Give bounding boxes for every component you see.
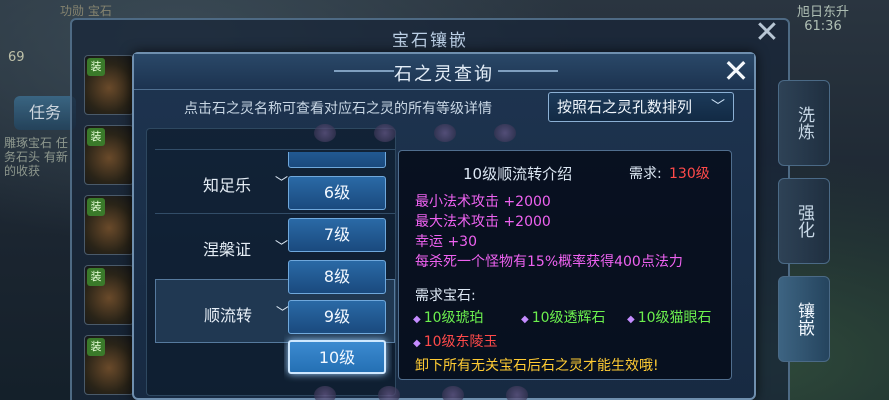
task-tracker-text: 雕琢宝石 任务石头 有新的收获 (4, 136, 68, 178)
sort-selected-value: 按照石之灵孔数排列 (557, 98, 693, 116)
required-gem-name: 10级东陵玉 (423, 334, 498, 350)
stat-line: 幸运 +30 (415, 234, 477, 250)
diamond-icon: ◆ (413, 338, 421, 349)
level-button[interactable]: 6级 (288, 176, 386, 210)
map-time: 61:36 (804, 19, 842, 34)
gem-icon (506, 386, 528, 400)
required-gem: ◆ 10级透辉石 (521, 307, 606, 327)
level-button[interactable]: 7级 (288, 218, 386, 252)
requirement-label: 需求: (629, 166, 662, 182)
gem-icon (374, 124, 396, 142)
tab-strengthen[interactable]: 强化 (778, 178, 830, 264)
diamond-icon: ◆ (627, 314, 635, 325)
equipment-slot[interactable]: 装 (84, 195, 134, 255)
equipment-slot[interactable]: 装 (84, 265, 134, 325)
tab-inlay[interactable]: 镶嵌 (778, 276, 830, 362)
gem-name: 涅槃证 (203, 240, 252, 259)
gem-inlay-title: 宝石镶嵌 (392, 31, 468, 51)
diamond-icon: ◆ (413, 314, 421, 325)
stat-line: 最小法术攻击 +2000 (415, 194, 551, 210)
required-gems-label: 需求宝石: (415, 288, 476, 304)
required-gem-missing: ◆ 10级东陵玉 (413, 331, 498, 351)
top-right-hud: 旭日东升 61:36 (797, 6, 849, 34)
gem-icon (314, 124, 336, 142)
required-gem-name: 10级透辉石 (531, 310, 606, 326)
task-button[interactable]: 任务 (14, 96, 76, 130)
gem-name: 知足乐 (203, 176, 252, 195)
equip-tag: 装 (87, 128, 105, 146)
chevron-down-icon: ﹀ (711, 99, 725, 115)
equipment-slot[interactable]: 装 (84, 55, 134, 115)
gem-icon (494, 124, 516, 142)
stat-line: 最大法术攻击 +2000 (415, 214, 551, 230)
stat-line: 每杀死一个怪物有15%概率获得400点法力 (415, 254, 683, 270)
level-button[interactable]: 8级 (288, 260, 386, 294)
gem-icon (434, 124, 456, 142)
outer-close-icon[interactable]: ✕ (750, 16, 784, 50)
diamond-icon: ◆ (521, 314, 529, 325)
dialog-hint: 点击石之灵名称可查看对应石之灵的所有等级详情 (184, 101, 492, 117)
equip-tag: 装 (87, 198, 105, 216)
dialog-title-bar: 石之灵查询 ✕ (134, 54, 754, 90)
warning-text: 卸下所有无关宝石后石之灵才能生效哦! (415, 358, 659, 374)
equipment-slot[interactable]: 装 (84, 335, 134, 395)
gem-icon (378, 386, 400, 400)
gem-icon-strip-top (314, 124, 524, 144)
dialog-title: 石之灵查询 (394, 64, 494, 85)
required-gem-name: 10级猫眼石 (637, 310, 712, 326)
gem-icon (314, 386, 336, 400)
level-button-selected[interactable]: 10级 (288, 340, 386, 374)
sort-dropdown[interactable]: 按照石之灵孔数排列 ﹀ (548, 92, 734, 122)
map-name: 旭日东升 (796, 5, 849, 20)
requirement-value: 130级 (669, 166, 710, 182)
stone-spirit-query-dialog: 石之灵查询 ✕ 点击石之灵名称可查看对应石之灵的所有等级详情 按照石之灵孔数排列… (132, 52, 756, 400)
close-icon[interactable]: ✕ (720, 55, 752, 88)
required-gem: ◆ 10级猫眼石 (627, 307, 712, 327)
player-level: 69 (8, 50, 25, 65)
gem-icon (442, 386, 464, 400)
top-left-hud-text: 功勋 宝石 (60, 4, 112, 18)
equip-tag: 装 (87, 268, 105, 286)
equipment-slot[interactable]: 装 (84, 125, 134, 185)
level-button-column: 6级 7级 8级 9级 10级 (284, 152, 392, 400)
level-button[interactable]: 9级 (288, 300, 386, 334)
gem-name: 顺流转 (204, 306, 253, 325)
tab-refine[interactable]: 洗炼 (778, 80, 830, 166)
detail-title: 10级顺流转介绍 (463, 165, 573, 183)
required-gem-name: 10级琥珀 (423, 310, 484, 326)
equip-tag: 装 (87, 338, 105, 356)
gem-icon-strip-bottom (314, 386, 614, 400)
required-gem: ◆ 10级琥珀 (413, 307, 484, 327)
gem-detail-panel: 10级顺流转介绍 需求: 130级 最小法术攻击 +2000 最大法术攻击 +2… (398, 150, 732, 380)
equip-tag: 装 (87, 58, 105, 76)
title-ornament-right (498, 70, 558, 72)
level-button[interactable] (288, 152, 386, 168)
